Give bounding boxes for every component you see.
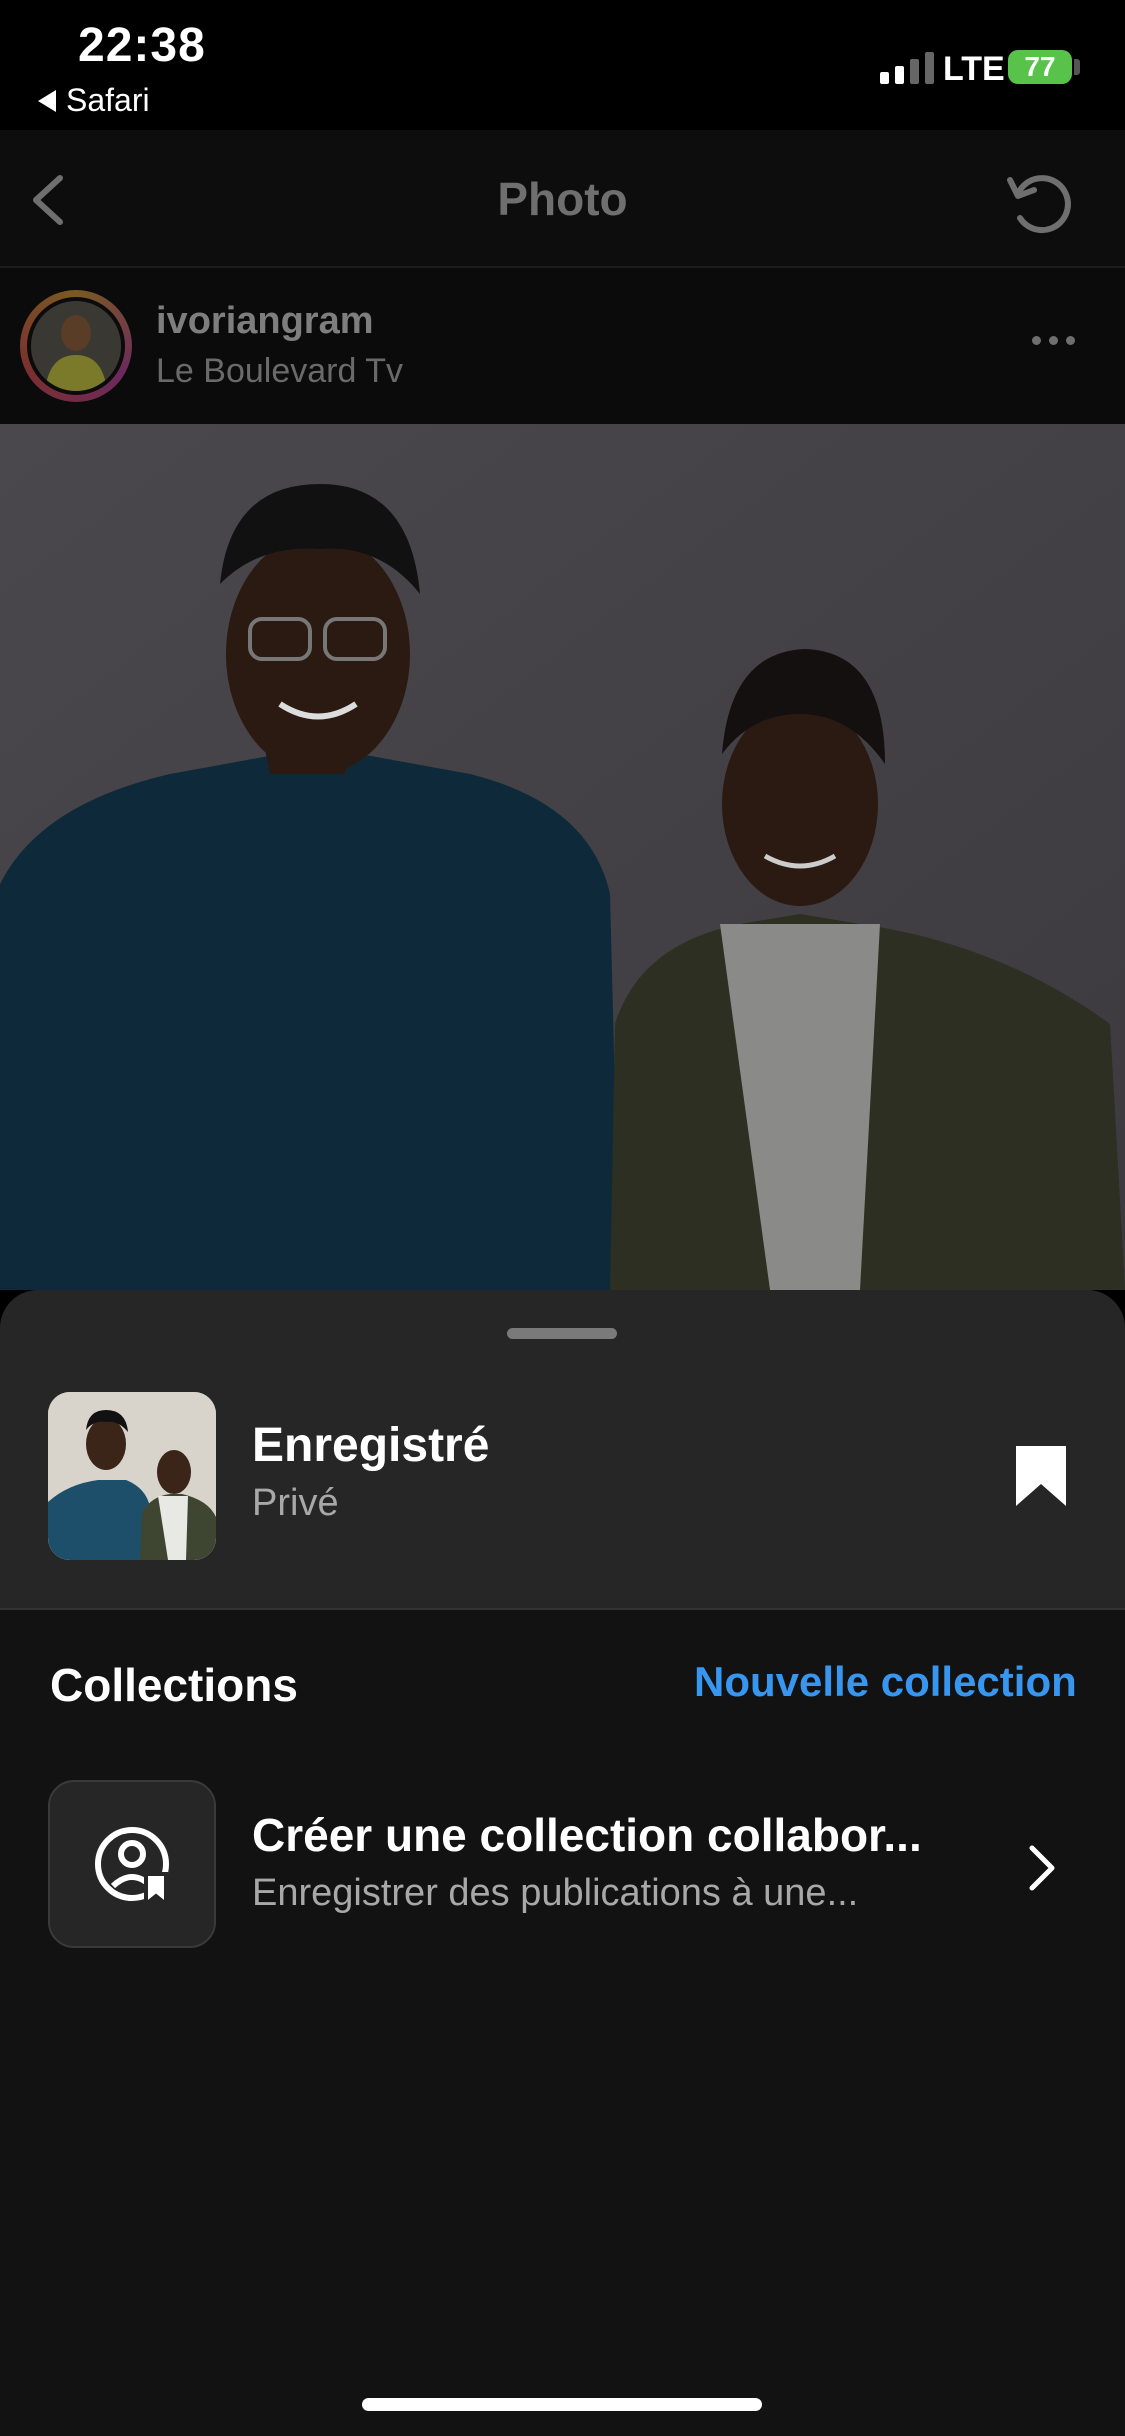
clock: 22:38 <box>78 19 206 72</box>
battery-level: 77 <box>1024 51 1056 82</box>
save-sheet: Enregistré Privé Collections Nouvelle co… <box>0 1290 1125 2436</box>
post-subtitle: Le Boulevard Tv <box>156 352 403 390</box>
avatar[interactable] <box>27 297 125 395</box>
collab-subtitle: Enregistrer des publications à une... <box>252 1872 859 1914</box>
status-bar: 22:38 Safari LTE 77 <box>0 0 1125 130</box>
photo-illustration <box>0 424 1125 1290</box>
collab-icon-box <box>48 1780 216 1948</box>
collab-title: Créer une collection collabor... <box>252 1809 922 1861</box>
back-triangle-icon <box>38 89 56 112</box>
collab-collection-icon <box>95 1827 169 1909</box>
collections-heading: Collections <box>50 1659 298 1711</box>
post-photo[interactable] <box>0 424 1125 1290</box>
battery-tip <box>1074 59 1080 75</box>
create-collab-collection-row[interactable]: Créer une collection collabor... Enregis… <box>0 1780 1125 1970</box>
back-app-label: Safari <box>66 82 150 118</box>
new-collection-link[interactable]: Nouvelle collection <box>694 1658 1077 1706</box>
saved-privacy: Privé <box>252 1482 339 1524</box>
saved-title: Enregistré <box>252 1419 490 1472</box>
more-options-icon[interactable] <box>1032 336 1075 345</box>
post-view: Photo ivoriangram Le Boulevard Tv <box>0 130 1125 1290</box>
saved-section: Enregistré Privé <box>0 1290 1125 1610</box>
post-header: ivoriangram Le Boulevard Tv <box>0 268 1125 424</box>
username[interactable]: ivoriangram <box>156 300 374 343</box>
battery-icon: 77 <box>1008 50 1072 84</box>
nav-bar: Photo <box>0 130 1125 268</box>
saved-thumbnail <box>48 1392 216 1560</box>
back-to-safari[interactable]: Safari <box>38 82 150 119</box>
signal-icon <box>880 50 934 84</box>
page-title: Photo <box>497 173 628 225</box>
refresh-icon[interactable] <box>1000 162 1080 242</box>
chevron-right-icon <box>1029 1845 1055 1891</box>
bookmark-filled-icon[interactable] <box>1012 1444 1070 1508</box>
home-indicator[interactable] <box>362 2398 762 2411</box>
sheet-grabber[interactable] <box>507 1328 617 1339</box>
network-label: LTE <box>943 50 1005 88</box>
